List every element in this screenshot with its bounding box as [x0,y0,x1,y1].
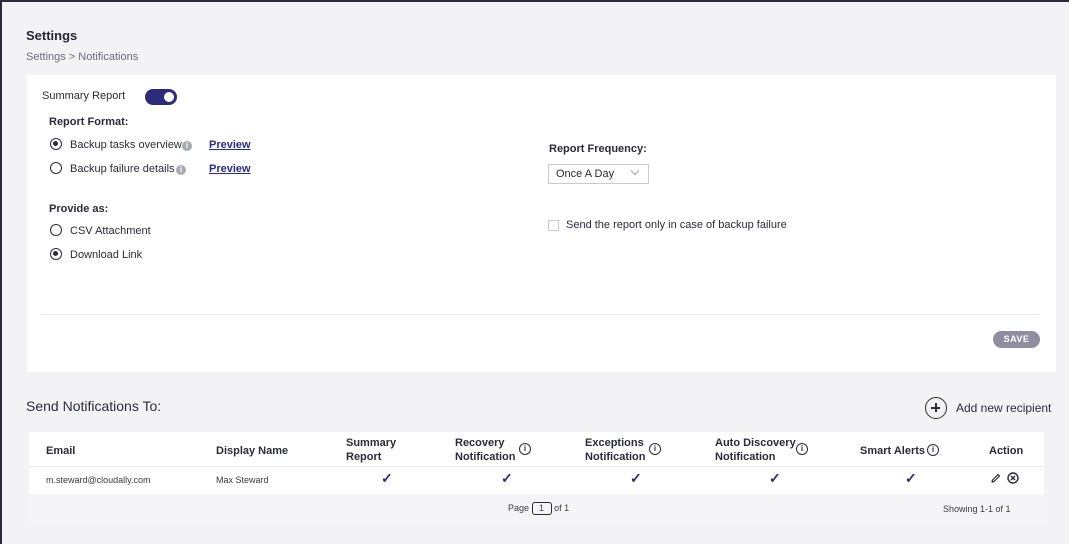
check-icon-exceptions: ✓ [630,470,642,486]
chevron-down-icon [630,166,640,176]
format-radio-failure[interactable] [50,162,62,174]
row-divider [29,466,1044,467]
column-header-recovery: Recovery Notification [455,437,516,463]
info-icon[interactable]: i [796,443,808,455]
info-icon[interactable]: i [182,141,192,151]
report-frequency-label: Report Frequency: [549,143,647,155]
check-icon-recovery: ✓ [501,470,513,486]
page-title: Settings [26,28,78,43]
format-radio-overview[interactable] [50,138,62,150]
provide-radio-csv[interactable] [50,224,62,236]
failure-only-checkbox[interactable] [548,220,559,231]
failure-only-label: Send the report only in case of backup f… [566,219,787,231]
close-circle-icon[interactable] [1007,472,1019,484]
format-label-overview: Backup tasks overview [70,139,182,151]
plus-circle-icon [925,397,947,419]
page-of-label: of 1 [554,503,570,513]
divider [42,314,1039,315]
report-frequency-value: Once A Day [556,168,615,180]
pencil-icon[interactable] [990,473,1001,484]
showing-count: Showing 1-1 of 1 [943,504,1011,514]
add-recipient-button[interactable]: Add new recipient [925,396,1051,420]
summary-report-label: Summary Report [42,90,126,102]
save-button[interactable]: SAVE [993,331,1040,348]
recipients-table: Email Display Name Summary Report Recover… [29,432,1044,522]
info-icon[interactable]: i [927,444,939,456]
page-label: Page [508,503,530,513]
cell-display-name: Max Steward [216,475,269,485]
column-header-email: Email [46,445,76,457]
check-icon-smart-alerts: ✓ [905,470,917,486]
report-frequency-select[interactable]: Once A Day [548,164,649,184]
column-header-action: Action [989,445,1024,457]
recipients-section-title: Send Notifications To: [26,398,162,414]
column-header-exceptions: Exceptions Notification [585,437,646,463]
table-footer: Page 1 of 1 Showing 1-1 of 1 [29,494,1044,522]
preview-link-failure[interactable]: Preview [209,163,251,175]
add-recipient-label: Add new recipient [956,401,1052,415]
column-header-auto-discovery: Auto Discovery Notification [715,437,796,463]
info-icon[interactable]: i [519,443,531,455]
column-header-smart-alerts: Smart Alerts [860,445,926,457]
provide-label-download: Download Link [70,249,143,261]
pagination: Page 1 of 1 [508,502,569,515]
check-icon-summary: ✓ [381,470,393,486]
column-header-summary: Summary Report [346,437,397,463]
info-icon[interactable]: i [649,443,661,455]
info-icon[interactable]: i [176,165,186,175]
column-header-display-name: Display Name [216,445,289,457]
format-label-failure: Backup failure details [70,163,175,175]
provide-label-csv: CSV Attachment [70,225,151,237]
provide-as-label: Provide as: [49,203,109,215]
provide-radio-download[interactable] [50,248,62,260]
cell-email: m.steward@cloudally.com [46,475,151,485]
check-icon-auto-discovery: ✓ [769,470,781,486]
preview-link-overview[interactable]: Preview [209,139,251,151]
breadcrumb: Settings > Notifications [26,51,139,63]
page-number-input[interactable]: 1 [531,502,552,515]
summary-report-card: Summary Report Report Format: Backup tas… [27,75,1056,372]
report-format-label: Report Format: [49,116,129,128]
summary-report-toggle[interactable] [145,89,177,105]
